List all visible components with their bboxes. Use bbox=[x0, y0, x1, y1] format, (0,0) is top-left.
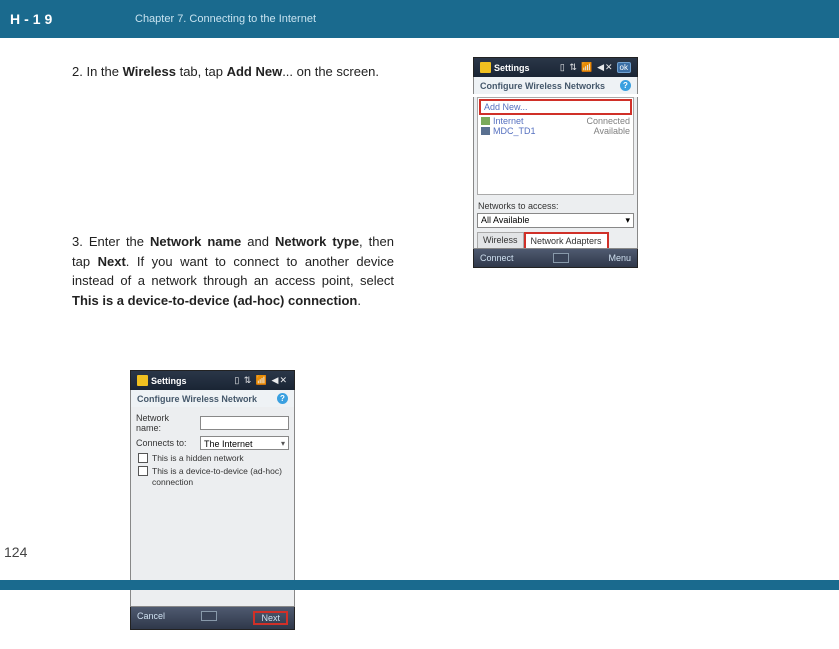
chapter-title: Chapter 7. Connecting to the Internet bbox=[135, 13, 316, 25]
page-content: 2. In the Wireless tab, tap Add New... o… bbox=[0, 38, 839, 610]
checkbox-icon bbox=[138, 466, 148, 476]
step-number: 2. bbox=[72, 64, 86, 79]
field-network-name: Network name: bbox=[136, 413, 289, 433]
keyboard-icon[interactable] bbox=[201, 611, 217, 621]
sub-header: Configure Wireless Networks ? bbox=[473, 77, 638, 94]
network-list: Add New... Internet Connected MDC_TD1 Av… bbox=[477, 97, 634, 195]
sub-header: Configure Wireless Network ? bbox=[130, 390, 295, 407]
footer-bar bbox=[0, 580, 839, 590]
network-name-input[interactable] bbox=[200, 416, 289, 430]
screenshot-configure-network: Settings ▯ ⇅ 📶 ◀✕ Configure Wireless Net… bbox=[130, 370, 295, 630]
window-titlebar: Settings ▯ ⇅ 📶 ◀✕ bbox=[130, 370, 295, 390]
tab-bar: Wireless Network Adapters bbox=[477, 232, 634, 248]
checkbox-adhoc[interactable]: This is a device-to-device (ad-hoc) conn… bbox=[138, 466, 289, 488]
adapter-icon bbox=[481, 127, 490, 135]
chevron-down-icon: ▾ bbox=[625, 215, 630, 226]
step-3: 3. Enter the Network name and Network ty… bbox=[72, 232, 394, 310]
cancel-softkey[interactable]: Cancel bbox=[137, 611, 165, 625]
window-title: Settings bbox=[151, 376, 231, 386]
window-footer: Connect Menu bbox=[473, 249, 638, 268]
window-titlebar: Settings ▯ ⇅ 📶 ◀✕ ok bbox=[473, 57, 638, 77]
access-dropdown[interactable]: All Available▾ bbox=[477, 213, 634, 228]
brand-logo: H-19 bbox=[10, 11, 135, 27]
network-row[interactable]: Internet Connected bbox=[478, 116, 633, 126]
field-connects-to: Connects to: The Internet bbox=[136, 436, 289, 450]
screenshot-networks-list: Settings ▯ ⇅ 📶 ◀✕ ok Configure Wireless … bbox=[473, 57, 638, 268]
window-footer: Cancel Next bbox=[130, 607, 295, 630]
keyboard-icon[interactable] bbox=[553, 253, 569, 263]
signal-icon bbox=[481, 117, 490, 125]
tab-wireless[interactable]: Wireless bbox=[477, 232, 524, 248]
tray-icons: ▯ ⇅ 📶 ◀✕ bbox=[560, 62, 614, 73]
help-icon[interactable]: ? bbox=[277, 393, 288, 404]
page-header: H-19 Chapter 7. Connecting to the Intern… bbox=[0, 0, 839, 38]
checkbox-hidden-network[interactable]: This is a hidden network bbox=[138, 453, 289, 464]
window-title: Settings bbox=[494, 63, 557, 73]
connect-softkey[interactable]: Connect bbox=[480, 253, 514, 263]
checkbox-icon bbox=[138, 453, 148, 463]
help-icon[interactable]: ? bbox=[620, 80, 631, 91]
ok-button[interactable]: ok bbox=[617, 62, 631, 73]
tab-network-adapters[interactable]: Network Adapters bbox=[524, 232, 609, 248]
add-new-item[interactable]: Add New... bbox=[479, 99, 632, 115]
windows-icon bbox=[137, 375, 148, 386]
connects-to-dropdown[interactable]: The Internet bbox=[200, 436, 289, 450]
menu-softkey[interactable]: Menu bbox=[608, 253, 631, 263]
step-2: 2. In the Wireless tab, tap Add New... o… bbox=[72, 62, 470, 82]
network-row[interactable]: MDC_TD1 Available bbox=[478, 126, 633, 136]
windows-icon bbox=[480, 62, 491, 73]
form-body: Network name: Connects to: The Internet … bbox=[130, 407, 295, 607]
tray-icons: ▯ ⇅ 📶 ◀✕ bbox=[234, 375, 288, 386]
step-number: 3. bbox=[72, 234, 89, 249]
access-label: Networks to access: bbox=[474, 198, 637, 213]
next-softkey[interactable]: Next bbox=[253, 611, 288, 625]
page-number: 124 bbox=[4, 544, 27, 560]
window-body: Add New... Internet Connected MDC_TD1 Av… bbox=[473, 97, 638, 249]
